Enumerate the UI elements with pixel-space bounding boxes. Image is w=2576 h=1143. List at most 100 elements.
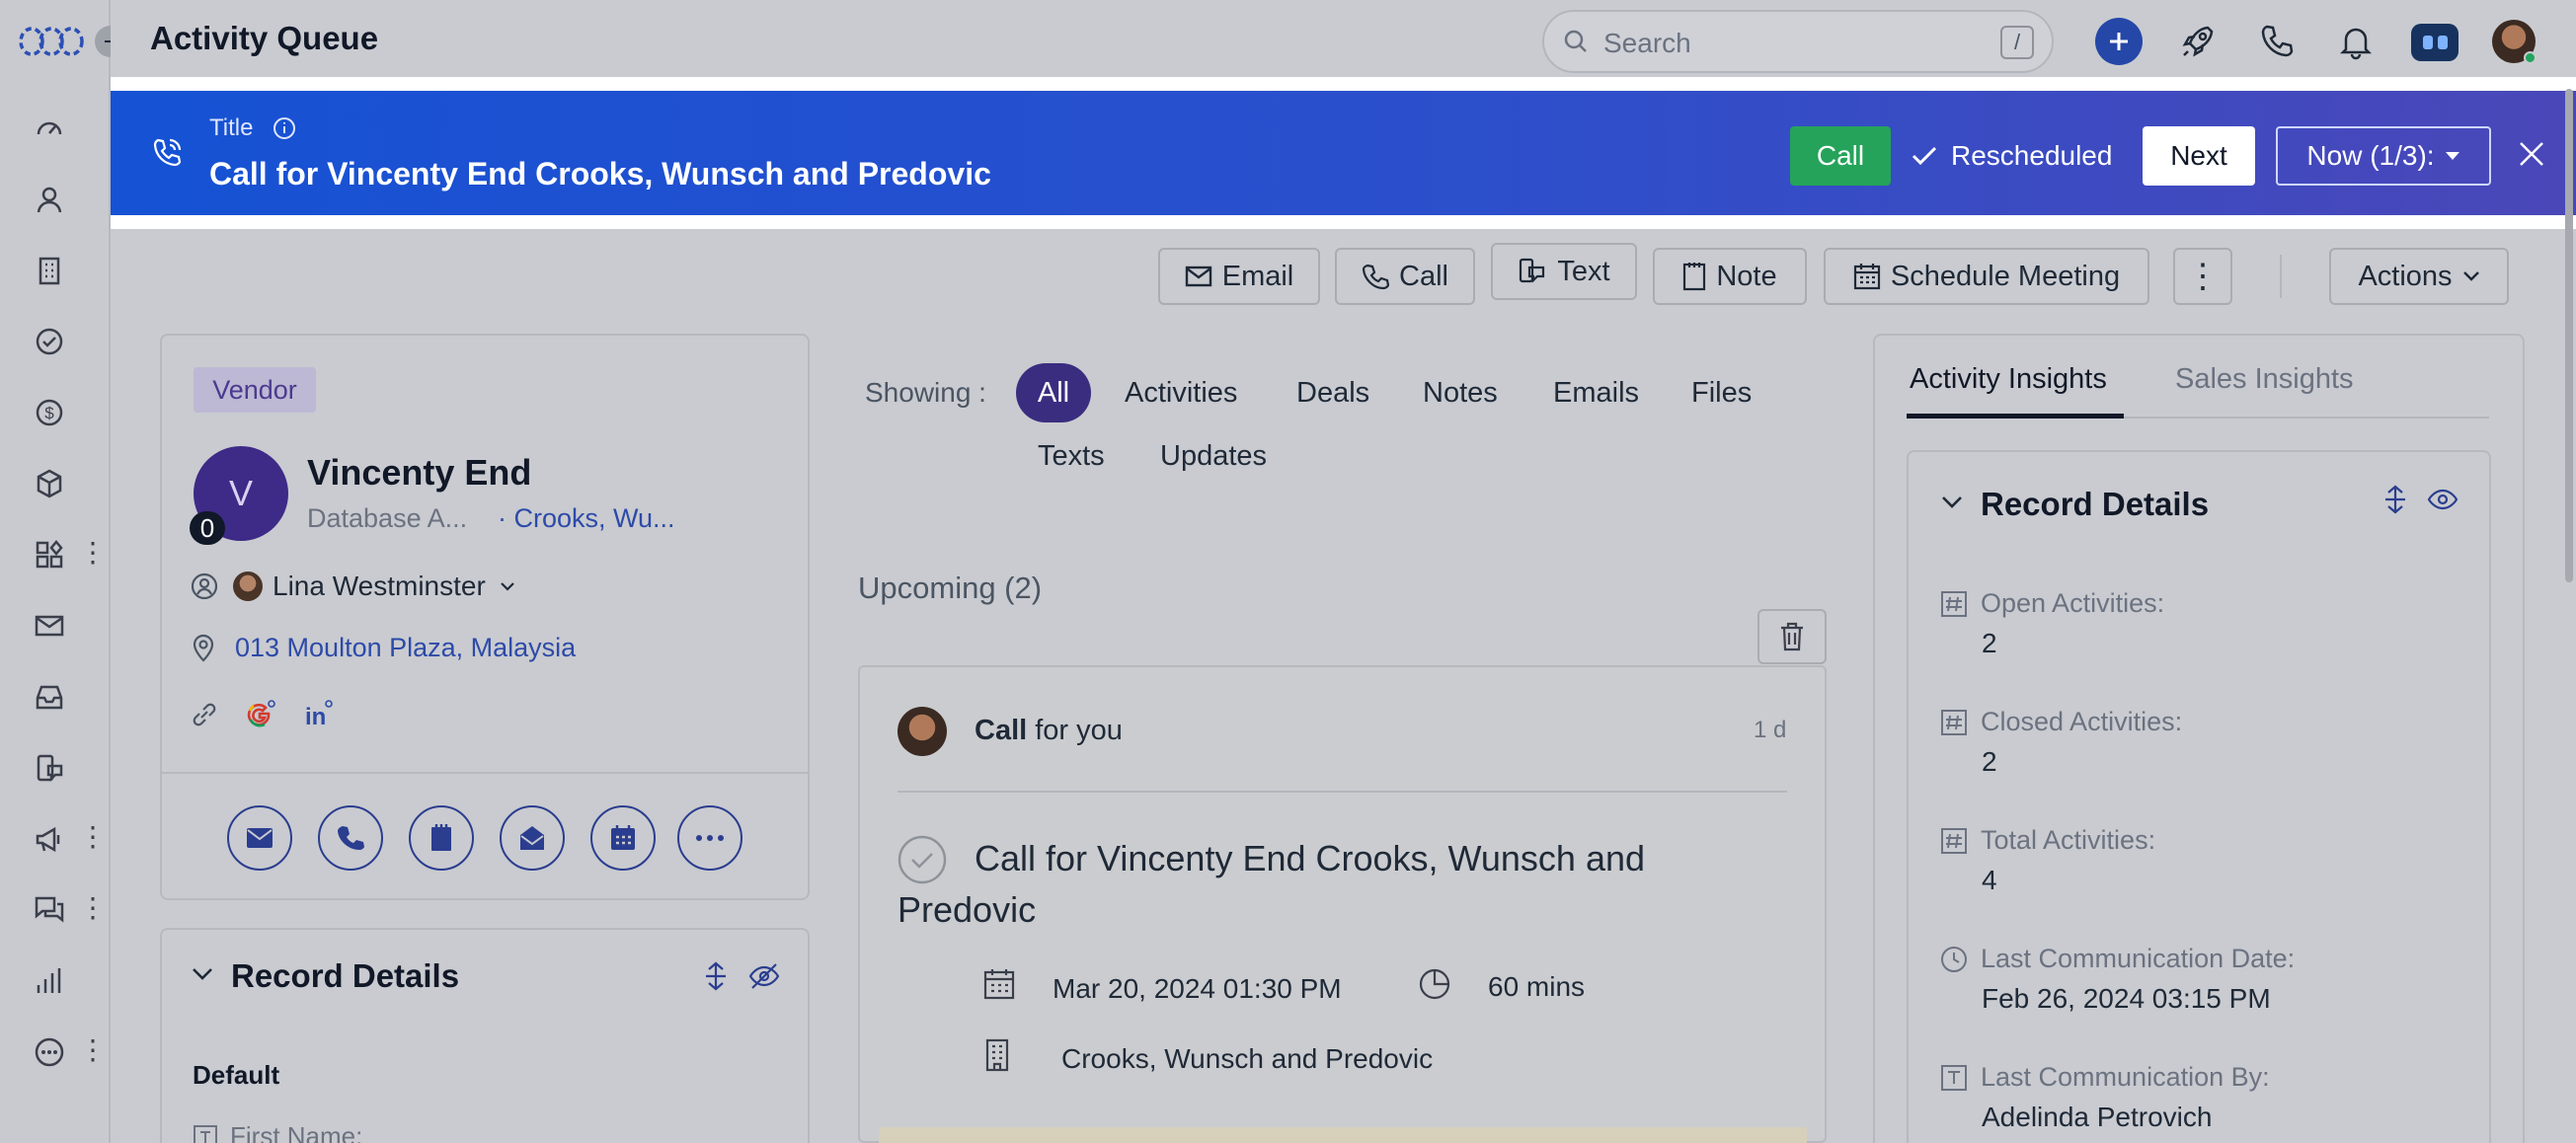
email-button[interactable]: Email [1158, 248, 1320, 305]
open-activities-value: 2 [1982, 628, 1997, 658]
tasks-icon[interactable] [30, 322, 69, 361]
expand-collapse-icon[interactable] [703, 961, 729, 991]
call-button[interactable]: Call [1335, 248, 1475, 305]
filter-all[interactable]: All [1016, 363, 1091, 422]
notepad-icon [1683, 263, 1706, 291]
contacts-icon[interactable] [30, 180, 69, 219]
info-icon[interactable] [273, 116, 296, 140]
text-button[interactable]: Text [1491, 243, 1637, 300]
calendar-icon [1853, 264, 1881, 290]
clock-icon [1419, 968, 1450, 1000]
add-new-button[interactable] [2095, 18, 2143, 65]
owner-icon [191, 572, 218, 600]
quick-note-button[interactable] [409, 805, 474, 871]
expand-collapse-icon[interactable] [2382, 485, 2408, 514]
campaigns-icon[interactable] [30, 819, 69, 859]
quick-more-button[interactable] [677, 805, 742, 871]
apps-more-icon[interactable]: ⋮ [79, 537, 107, 569]
number-field-icon [1941, 828, 1967, 854]
quick-call-button[interactable] [318, 805, 383, 871]
campaigns-more-icon[interactable]: ⋮ [79, 821, 107, 853]
number-field-icon [1941, 710, 1967, 735]
mail-open-icon [520, 826, 544, 850]
filter-files[interactable]: Files [1691, 377, 1752, 410]
text-button-label: Text [1557, 255, 1610, 287]
upcoming-section-heading: Upcoming (2) [858, 571, 1043, 605]
more-menu-dots-icon[interactable]: ⋮ [79, 1034, 107, 1066]
eye-off-icon[interactable] [748, 961, 780, 991]
envelope-icon [247, 828, 273, 848]
products-icon[interactable] [30, 464, 69, 503]
record-job-title: Database A... [307, 503, 468, 533]
phone-icon[interactable] [2257, 22, 2297, 61]
activity-header: Call for you [975, 715, 1123, 747]
google-icon[interactable] [245, 699, 276, 730]
banner-call-button[interactable]: Call [1790, 126, 1891, 186]
quick-mass-email-button[interactable] [500, 805, 565, 871]
sms-icon[interactable] [30, 748, 69, 788]
companies-icon[interactable] [30, 251, 69, 290]
rescheduled-label: Rescheduled [1951, 140, 2113, 171]
next-button[interactable]: Next [2143, 126, 2255, 186]
filter-texts[interactable]: Texts [1038, 440, 1105, 473]
quick-email-button[interactable] [227, 805, 292, 871]
inbox-icon[interactable] [30, 677, 69, 717]
note-button[interactable]: Note [1653, 248, 1807, 305]
more-actions-icon[interactable]: ⋮ [2173, 248, 2232, 305]
now-queue-dropdown[interactable]: Now (1/3): [2276, 126, 2491, 186]
page-title: Activity Queue [150, 20, 379, 56]
email-button-label: Email [1221, 260, 1294, 292]
app-logo-icon[interactable] [18, 22, 85, 61]
notifications-bell-icon[interactable] [2336, 22, 2376, 61]
closed-activities-label: Closed Activities: [1981, 707, 2183, 736]
filter-notes[interactable]: Notes [1423, 377, 1498, 410]
now-queue-label: Now (1/3): [2306, 140, 2435, 171]
reports-icon[interactable] [30, 961, 69, 1001]
assistant-bot-icon[interactable] [2411, 24, 2459, 61]
dashboard-icon[interactable] [30, 109, 69, 148]
record-address[interactable]: 013 Moulton Plaza, Malaysia [190, 630, 576, 665]
chat-more-icon[interactable]: ⋮ [79, 892, 107, 924]
schedule-meeting-button[interactable]: Schedule Meeting [1824, 248, 2149, 305]
deals-icon[interactable]: $ [30, 393, 69, 432]
calendar-icon [983, 969, 1015, 1000]
mail-icon[interactable] [30, 606, 69, 646]
activity-divider [898, 791, 1787, 793]
user-avatar[interactable] [2492, 20, 2537, 64]
filter-deals[interactable]: Deals [1296, 377, 1369, 410]
chevron-down-icon[interactable] [192, 967, 213, 981]
svg-text:in: in [305, 704, 326, 730]
tab-sales-insights[interactable]: Sales Insights [2175, 363, 2354, 396]
next-item-strip [879, 1127, 1807, 1143]
filter-activities[interactable]: Activities [1125, 377, 1237, 410]
linkedin-icon[interactable]: in [302, 699, 334, 730]
chevron-down-icon[interactable] [1941, 495, 1963, 509]
link-icon[interactable] [190, 700, 219, 729]
plus-icon [2110, 33, 2128, 50]
insights-details-title: Record Details [1981, 486, 2210, 522]
page-scrollbar[interactable] [2565, 89, 2573, 582]
more-menu-icon[interactable] [30, 1032, 69, 1072]
actions-dropdown[interactable]: Actions [2329, 248, 2509, 305]
activity-company[interactable]: Crooks, Wunsch and Predovic [1061, 1043, 1433, 1075]
chevron-down-icon [501, 582, 514, 591]
first-name-label: First Name: [230, 1121, 363, 1143]
filter-emails[interactable]: Emails [1553, 377, 1639, 410]
last-communication-date-value: Feb 26, 2024 03:15 PM [1982, 983, 2271, 1014]
filter-updates[interactable]: Updates [1160, 440, 1267, 473]
apps-icon[interactable] [30, 535, 69, 574]
search-input[interactable]: Search / [1542, 10, 2054, 73]
activity-date: Mar 20, 2024 01:30 PM [1053, 973, 1342, 1004]
eye-icon[interactable] [2427, 486, 2459, 513]
tab-activity-insights[interactable]: Activity Insights [1910, 363, 2107, 396]
chat-icon[interactable] [30, 890, 69, 930]
close-icon[interactable] [2518, 140, 2545, 168]
record-owner[interactable]: Lina Westminster [190, 569, 515, 604]
text-field-icon [1941, 1065, 1967, 1091]
record-company-link[interactable]: · Crooks, Wu... [498, 503, 675, 534]
activity-title[interactable]: Call for Vincenty End Crooks, Wunsch and… [898, 833, 1747, 936]
quick-schedule-button[interactable] [590, 805, 656, 871]
rocket-icon[interactable] [2178, 22, 2218, 61]
delete-button[interactable] [1757, 609, 1827, 664]
rescheduled-status[interactable]: Rescheduled [1910, 140, 2112, 172]
